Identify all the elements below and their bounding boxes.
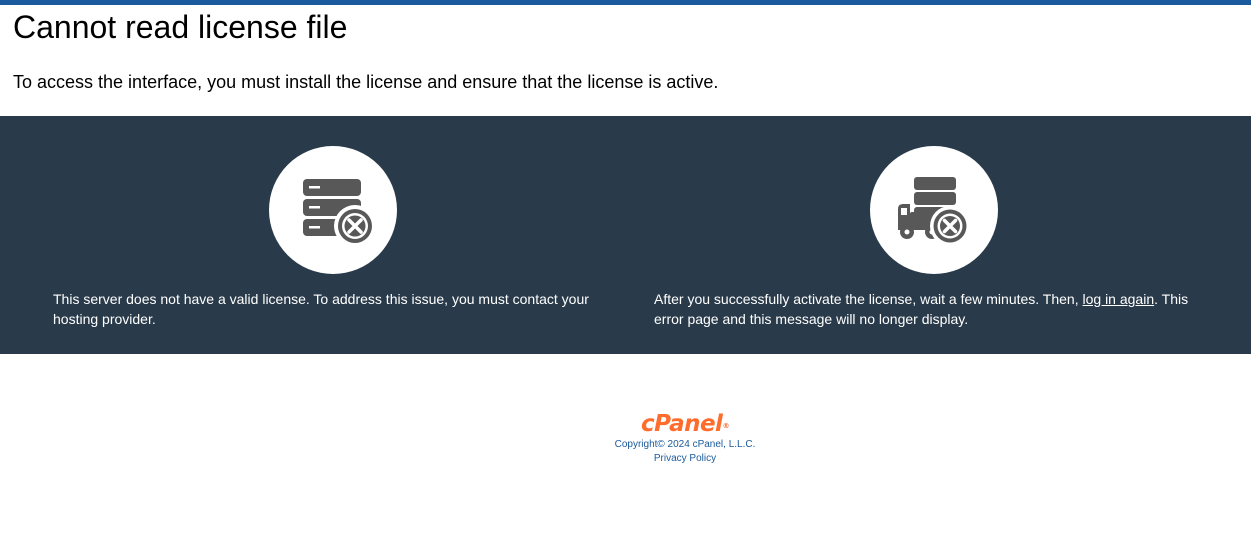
cpanel-logo: cPanel® <box>560 410 810 438</box>
info-panel: This server does not have a valid licens… <box>0 116 1251 354</box>
registered-mark: ® <box>722 422 729 430</box>
license-invalid-message: This server does not have a valid licens… <box>53 291 589 327</box>
privacy-policy-link[interactable]: Privacy Policy <box>560 452 810 466</box>
footer: cPanel® Copyright© 2024 cPanel, L.L.C. P… <box>560 410 810 466</box>
log-in-again-link[interactable]: log in again <box>1083 291 1155 307</box>
activation-text-before: After you successfully activate the lice… <box>654 291 1083 307</box>
copyright-text: Copyright© 2024 cPanel, L.L.C. <box>614 439 756 450</box>
page-intro: To access the interface, you must instal… <box>13 72 719 92</box>
server-truck-error-icon <box>870 146 998 274</box>
server-error-icon <box>269 146 397 274</box>
activation-instructions: After you successfully activate the lice… <box>654 289 1214 329</box>
page-title: Cannot read license file <box>13 9 348 45</box>
top-accent-bar <box>0 0 1251 5</box>
cpanel-logo-text: cPanel <box>641 411 723 437</box>
